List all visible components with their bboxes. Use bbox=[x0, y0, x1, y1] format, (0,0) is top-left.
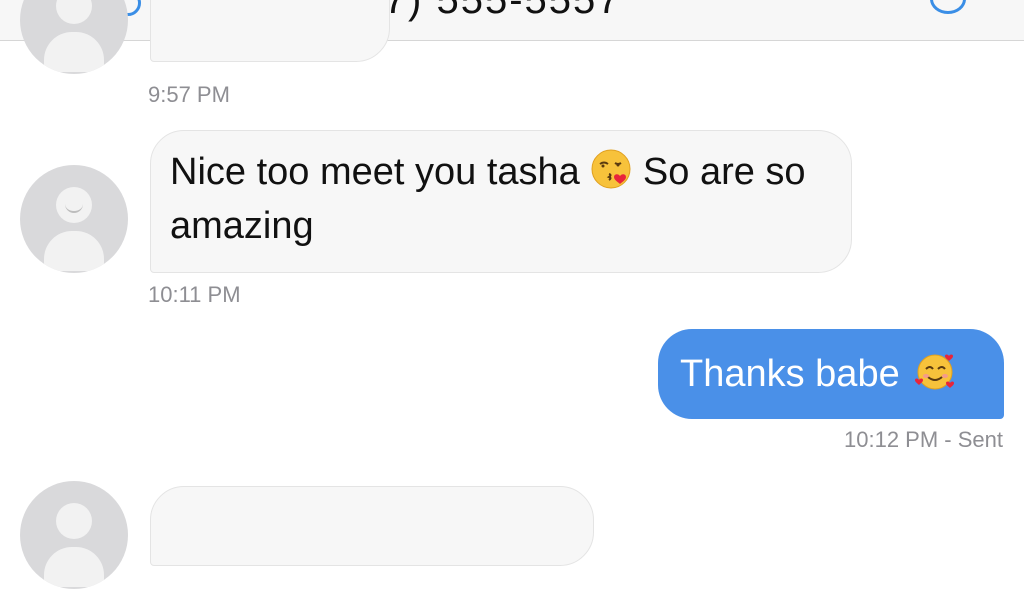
avatar[interactable] bbox=[20, 481, 128, 589]
avatar-body-icon bbox=[44, 231, 104, 271]
avatar-body-icon bbox=[44, 547, 104, 587]
avatar-head-icon bbox=[56, 503, 92, 539]
avatar-head-icon bbox=[56, 0, 92, 24]
message-bubble-incoming[interactable] bbox=[150, 486, 594, 566]
avatar[interactable] bbox=[20, 0, 128, 74]
avatar-body-icon bbox=[44, 32, 104, 72]
message-timestamp-sent: 10:12 PM - Sent bbox=[844, 427, 1003, 452]
message-bubble-outgoing[interactable]: Thanks babe bbox=[658, 329, 1004, 419]
message-timestamp: 10:11 PM bbox=[148, 282, 241, 307]
kissing-heart-emoji-icon bbox=[591, 149, 631, 189]
message-bubble-incoming[interactable] bbox=[150, 0, 390, 62]
message-timestamp: 9:57 PM bbox=[148, 82, 230, 107]
smiling-with-hearts-emoji-icon bbox=[915, 354, 955, 390]
avatar[interactable] bbox=[20, 165, 128, 273]
info-icon[interactable] bbox=[930, 0, 966, 14]
message-text-part: Nice too meet you tasha bbox=[170, 151, 580, 193]
message-text: Nice too meet you tasha So are so amazin… bbox=[170, 145, 833, 253]
message-bubble-incoming[interactable]: Nice too meet you tasha So are so amazin… bbox=[150, 130, 852, 273]
message-text: Thanks babe bbox=[680, 353, 900, 395]
